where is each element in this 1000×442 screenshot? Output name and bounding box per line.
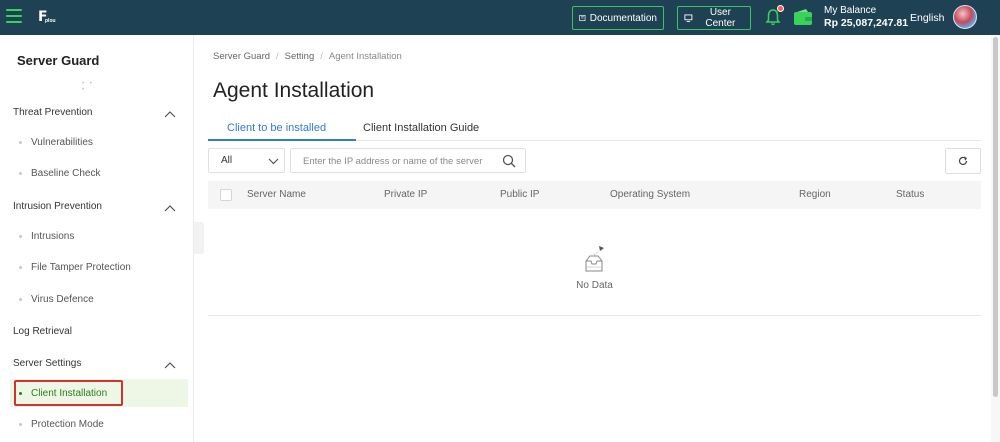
column-header-public-ip: Public IP xyxy=(500,189,540,200)
wallet-icon[interactable] xyxy=(793,8,813,26)
sidebar-item-label: Protection Mode xyxy=(31,419,104,430)
column-header-region: Region xyxy=(799,189,831,200)
bullet-icon xyxy=(19,172,22,175)
chevron-up-icon[interactable] xyxy=(164,204,176,212)
breadcrumb-separator: / xyxy=(320,51,323,62)
empty-inbox-icon xyxy=(585,246,604,272)
sidebar-item-label: File Tamper Protection xyxy=(31,262,131,273)
chevron-up-icon[interactable] xyxy=(164,110,176,118)
search-icon[interactable] xyxy=(502,154,516,168)
chevron-down-icon xyxy=(268,158,279,165)
sidebar-item-file-tamper-protection[interactable]: File Tamper Protection xyxy=(19,262,131,273)
logo-subtext: plou xyxy=(45,18,56,24)
sidebar-scroll-hint: • • • xyxy=(82,81,94,93)
monitor-icon xyxy=(684,14,693,22)
sidebar-item-baseline-check[interactable]: Baseline Check xyxy=(19,168,100,179)
balance-display[interactable]: My Balance Rp 25,087,247.81 xyxy=(824,5,908,29)
bullet-icon xyxy=(19,266,22,269)
tab-client-to-be-installed[interactable]: Client to be installed xyxy=(227,122,326,134)
tab-client-installation-guide[interactable]: Client Installation Guide xyxy=(363,122,479,134)
page-title: Agent Installation xyxy=(213,79,375,102)
column-header-status: Status xyxy=(896,189,925,200)
sidebar-item-label: Intrusions xyxy=(31,231,75,242)
active-tab-indicator xyxy=(208,139,356,141)
chevron-up-icon[interactable] xyxy=(164,361,176,369)
sidebar-group-intrusion-prevention[interactable]: Intrusion Prevention xyxy=(13,201,102,212)
balance-amount: Rp 25,087,247.81 xyxy=(824,17,909,29)
sidebar: Server Guard • • • Threat Prevention Vul… xyxy=(0,35,194,442)
breadcrumb: Server Guard / Setting / Agent Installat… xyxy=(213,51,402,62)
refresh-button[interactable] xyxy=(945,148,981,174)
empty-state-text: No Data xyxy=(576,280,613,291)
breadcrumb-current: Agent Installation xyxy=(328,51,402,62)
book-icon xyxy=(579,14,586,22)
annotation-highlight-box xyxy=(14,380,123,406)
sidebar-group-log-retrieval[interactable]: Log Retrieval xyxy=(13,326,72,337)
filter-select-value: All xyxy=(221,155,233,166)
select-all-checkbox[interactable] xyxy=(220,189,232,201)
sidebar-group-server-settings[interactable]: Server Settings xyxy=(13,358,81,369)
language-selector[interactable]: English xyxy=(910,12,944,24)
main-content: Server Guard / Setting / Agent Installat… xyxy=(195,35,1000,442)
empty-state: No Data xyxy=(208,209,981,316)
sidebar-item-label: Vulnerabilities xyxy=(31,137,93,148)
refresh-icon xyxy=(958,156,968,166)
breadcrumb-separator: / xyxy=(276,51,279,62)
bullet-icon xyxy=(19,298,22,301)
sidebar-item-label: Virus Defence xyxy=(31,294,94,305)
scrollbar-thumb[interactable] xyxy=(993,37,998,397)
documentation-button[interactable]: Documentation xyxy=(572,6,664,30)
breadcrumb-server-guard[interactable]: Server Guard xyxy=(213,51,270,62)
tab-bar: Client to be installed Client Installati… xyxy=(208,121,981,141)
notification-badge xyxy=(777,5,784,12)
user-avatar[interactable] xyxy=(953,5,977,29)
bullet-icon xyxy=(19,141,22,144)
sidebar-item-virus-defence[interactable]: Virus Defence xyxy=(19,294,94,305)
sidebar-item-label: Baseline Check xyxy=(31,168,101,179)
column-header-operating-system: Operating System xyxy=(610,189,691,200)
filter-select[interactable]: All xyxy=(208,148,285,173)
menu-icon[interactable] xyxy=(6,9,22,23)
sidebar-item-intrusions[interactable]: Intrusions xyxy=(19,231,74,242)
balance-label: My Balance xyxy=(824,5,877,16)
sidebar-item-protection-mode[interactable]: Protection Mode xyxy=(19,419,104,430)
column-header-private-ip: Private IP xyxy=(384,189,428,200)
table-header: Server Name Private IP Public IP Operati… xyxy=(208,181,981,209)
page-scrollbar[interactable] xyxy=(991,35,1000,442)
bullet-icon xyxy=(19,423,22,426)
breadcrumb-setting[interactable]: Setting xyxy=(285,51,315,62)
search-input[interactable] xyxy=(303,154,488,168)
column-header-server-name: Server Name xyxy=(247,189,306,200)
user-center-label: User Center xyxy=(705,7,736,29)
search-box xyxy=(290,148,526,173)
bullet-icon xyxy=(19,235,22,238)
sidebar-title: Server Guard xyxy=(17,53,100,68)
logo[interactable]: F plou xyxy=(36,8,58,28)
user-center-button[interactable]: User Center xyxy=(677,6,751,30)
documentation-label: Documentation xyxy=(589,12,657,24)
sidebar-item-vulnerabilities[interactable]: Vulnerabilities xyxy=(19,137,93,148)
top-navigation-bar: F plou Documentation User Center My Bala… xyxy=(0,0,1000,35)
sidebar-group-threat-prevention[interactable]: Threat Prevention xyxy=(13,107,93,118)
